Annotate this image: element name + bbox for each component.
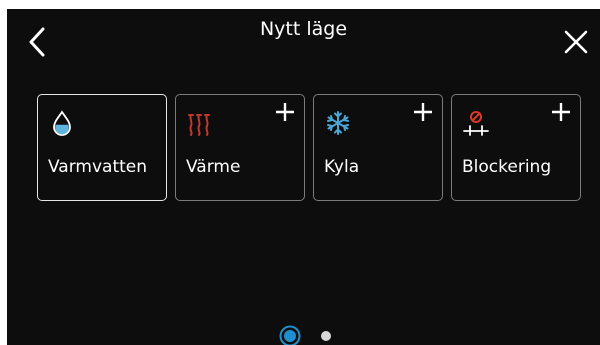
card-label: Kyla: [324, 157, 360, 177]
add-icon[interactable]: [412, 101, 434, 123]
water-drop-icon: [53, 110, 71, 136]
card-varmvatten[interactable]: Varmvatten: [37, 94, 167, 201]
add-icon[interactable]: [550, 101, 572, 123]
page-title: Nytt läge: [259, 18, 348, 40]
add-icon[interactable]: [274, 101, 296, 123]
card-label: Varmvatten: [48, 157, 148, 177]
card-label: Värme: [186, 157, 241, 177]
close-icon: [564, 30, 588, 54]
page-dot-active[interactable]: [279, 325, 301, 345]
snowflake-icon: [327, 111, 349, 135]
card-blockering[interactable]: Blockering: [451, 94, 581, 201]
blocked-icon: [463, 111, 489, 136]
card-kyla[interactable]: Kyla: [313, 94, 443, 201]
screen: Nytt läge Varmvatten Värme Kyla Blockeri…: [7, 9, 600, 345]
heating-icon: [188, 114, 210, 136]
card-label: Blockering: [462, 157, 552, 177]
close-button[interactable]: [563, 29, 589, 55]
card-varme[interactable]: Värme: [175, 94, 305, 201]
page-dot[interactable]: [321, 331, 331, 341]
